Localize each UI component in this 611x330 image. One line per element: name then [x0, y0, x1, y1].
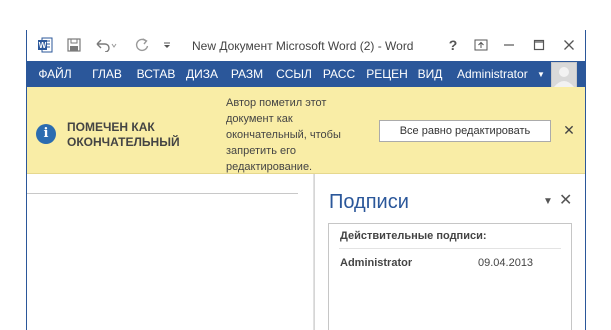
message-title: ПОМЕЧЕН КАК ОКОНЧАТЕЛЬНЫЙ: [67, 120, 180, 149]
close-icon[interactable]: [557, 33, 581, 57]
customize-qat-icon[interactable]: [159, 34, 175, 56]
user-name: Administrator: [457, 67, 528, 81]
info-icon: i: [36, 124, 56, 144]
valid-signatures-header: Действительные подписи:: [340, 230, 487, 242]
user-avatar-icon[interactable]: [551, 62, 577, 88]
word-icon[interactable]: W: [35, 34, 55, 56]
title-bar: W New Документ Microsoft Word (2) - Word…: [27, 30, 585, 61]
close-icon[interactable]: ✕: [559, 190, 572, 210]
chevron-down-icon: ▼: [537, 69, 545, 79]
tab-design[interactable]: ДИЗА: [181, 61, 223, 87]
pane-options-chevron-icon[interactable]: ▼: [543, 196, 553, 207]
user-account-menu[interactable]: Administrator ▼: [457, 61, 545, 87]
redo-icon[interactable]: [131, 34, 153, 56]
signature-signer[interactable]: Administrator: [340, 257, 412, 269]
tab-mailings[interactable]: РАСС: [317, 61, 361, 87]
tab-layout[interactable]: РАЗМ: [223, 61, 271, 87]
page-edge-line: [27, 193, 298, 194]
signatures-pane: Подписи ▼ ✕ Действительные подписи: Admi…: [314, 174, 585, 330]
signatures-list: Действительные подписи: Administrator 09…: [328, 223, 572, 330]
divider: [339, 248, 561, 249]
help-label: ?: [448, 37, 458, 53]
tab-insert[interactable]: ВСТАВ: [131, 61, 181, 87]
message-text: Автор пометил этот документ как окончате…: [226, 97, 341, 173]
save-icon[interactable]: [63, 34, 85, 56]
window-title: New Документ Microsoft Word (2) - Word: [192, 39, 414, 53]
signature-date[interactable]: 09.04.2013: [478, 257, 533, 269]
pane-title: Подписи: [329, 191, 409, 213]
ribbon-display-options-icon[interactable]: [469, 33, 493, 57]
minimize-icon[interactable]: [497, 33, 521, 57]
ribbon-tabs: ФАЙЛ ГЛАВ ВСТАВ ДИЗА РАЗМ ССЫЛ РАСС РЕЦЕ…: [27, 61, 585, 88]
tab-references[interactable]: ССЫЛ: [271, 61, 317, 87]
word-window: W New Документ Microsoft Word (2) - Word…: [26, 30, 586, 330]
tab-file[interactable]: ФАЙЛ: [27, 61, 83, 87]
maximize-icon[interactable]: [527, 33, 551, 57]
tab-home[interactable]: ГЛАВ: [83, 61, 131, 87]
tab-review[interactable]: РЕЦЕН: [361, 61, 413, 87]
tab-view[interactable]: ВИД: [413, 61, 447, 87]
edit-anyway-button[interactable]: Все равно редактировать: [379, 120, 551, 142]
svg-text:W: W: [39, 41, 47, 50]
help-button[interactable]: ?: [441, 33, 465, 57]
undo-icon[interactable]: [91, 34, 121, 56]
close-icon[interactable]: ✕: [561, 122, 577, 138]
document-area[interactable]: [27, 174, 314, 330]
message-bar: i ПОМЕЧЕН КАК ОКОНЧАТЕЛЬНЫЙ Автор помети…: [27, 87, 585, 174]
